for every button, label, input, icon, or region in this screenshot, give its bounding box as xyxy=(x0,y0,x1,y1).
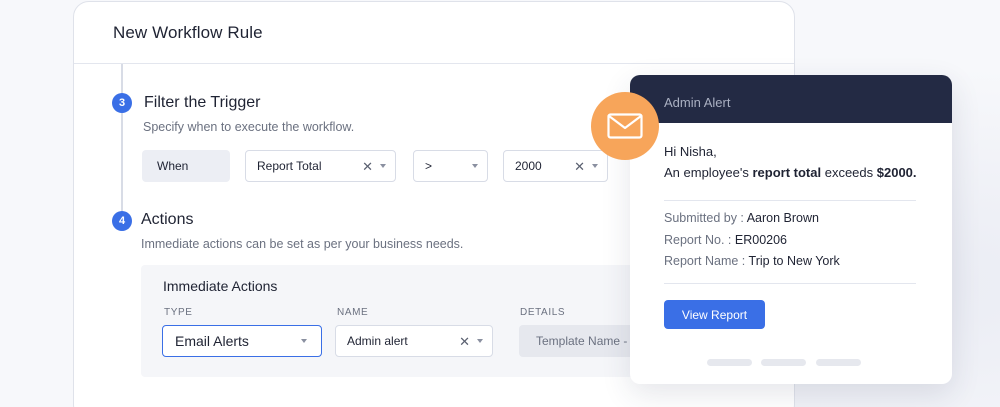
action-type-value: Email Alerts xyxy=(175,333,249,349)
mail-icon xyxy=(591,92,659,160)
operator-value: > xyxy=(425,159,433,173)
skeleton-line xyxy=(707,359,752,366)
clear-icon[interactable]: ✕ xyxy=(459,334,470,350)
action-name-value: Admin alert xyxy=(347,334,408,348)
email-header-title: Admin Alert xyxy=(664,95,731,110)
submitted-by-label: Submitted by : xyxy=(664,211,744,225)
chevron-down-icon[interactable] xyxy=(472,164,478,168)
trigger-field-value: Report Total xyxy=(257,159,322,173)
actions-step-description: Immediate actions can be set as per your… xyxy=(141,237,464,251)
alert-text: exceeds xyxy=(821,165,877,180)
trigger-step-title: Filter the Trigger xyxy=(144,94,261,111)
when-label: When xyxy=(142,150,230,182)
step-timeline xyxy=(121,64,123,214)
name-column-label: NAME xyxy=(337,307,369,318)
amount-value: 2000 xyxy=(515,159,542,173)
page-title: New Workflow Rule xyxy=(113,23,263,42)
operator-select[interactable]: > xyxy=(413,150,488,182)
title-divider xyxy=(74,63,794,64)
report-name-value: Trip to New York xyxy=(748,254,840,268)
view-report-button[interactable]: View Report xyxy=(664,300,765,329)
report-no-row: Report No. : ER00206 xyxy=(664,233,787,247)
email-header: Admin Alert xyxy=(630,75,952,123)
step-3-badge: 3 xyxy=(112,93,132,113)
report-name-label: Report Name : xyxy=(664,254,746,268)
email-alert-message: An employee's report total exceeds $2000… xyxy=(664,165,924,180)
alert-bold-text: report total xyxy=(752,165,822,180)
skeleton-line xyxy=(761,359,806,366)
details-column-label: DETAILS xyxy=(520,307,566,318)
amount-input[interactable]: 2000 ✕ xyxy=(503,150,608,182)
alert-text: An employee's xyxy=(664,165,753,180)
skeleton-line xyxy=(816,359,861,366)
clear-icon[interactable]: ✕ xyxy=(362,159,373,175)
alert-amount: $2000. xyxy=(876,165,917,180)
trigger-field-select[interactable]: Report Total ✕ xyxy=(245,150,396,182)
chevron-down-icon[interactable] xyxy=(592,164,598,168)
email-greeting: Hi Nisha, xyxy=(664,144,717,159)
immediate-actions-title: Immediate Actions xyxy=(163,278,278,294)
chevron-down-icon[interactable] xyxy=(301,339,307,343)
actions-step-title: Actions xyxy=(141,211,194,228)
report-no-value: ER00206 xyxy=(734,233,787,247)
chevron-down-icon[interactable] xyxy=(477,339,483,343)
trigger-step-description: Specify when to execute the workflow. xyxy=(143,120,355,134)
step-4-badge: 4 xyxy=(112,211,132,231)
email-preview-card: Admin Alert Hi Nisha, An employee's repo… xyxy=(630,75,952,384)
report-name-row: Report Name : Trip to New York xyxy=(664,254,840,268)
submitted-by-value: Aaron Brown xyxy=(746,211,819,225)
submitted-by-row: Submitted by : Aaron Brown xyxy=(664,211,819,225)
action-type-select[interactable]: Email Alerts xyxy=(162,325,322,357)
clear-icon[interactable]: ✕ xyxy=(574,159,585,175)
chevron-down-icon[interactable] xyxy=(380,164,386,168)
envelope-glyph xyxy=(607,113,643,139)
report-no-label: Report No. : xyxy=(664,233,732,247)
action-name-select[interactable]: Admin alert ✕ xyxy=(335,325,493,357)
email-divider xyxy=(664,283,916,284)
email-divider xyxy=(664,200,916,201)
type-column-label: TYPE xyxy=(164,307,193,318)
